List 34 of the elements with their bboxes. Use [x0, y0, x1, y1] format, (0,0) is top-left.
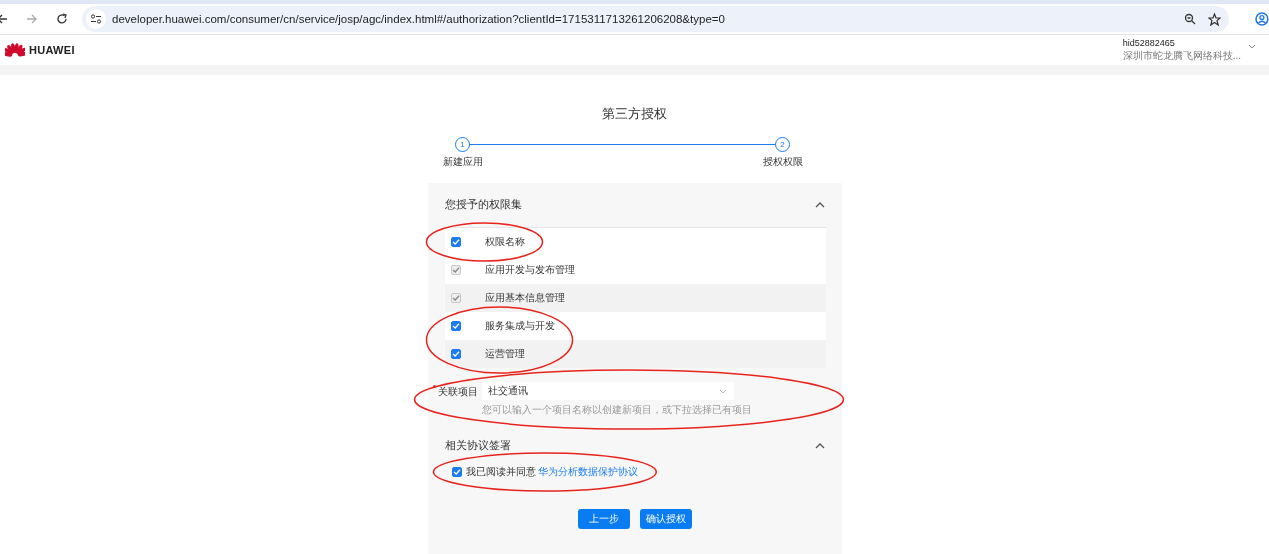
page-title: 第三方授权 [602, 105, 667, 123]
profile-icon[interactable] [1255, 12, 1269, 26]
section-title: 您授予的权限集 [444, 198, 522, 212]
forward-icon[interactable] [26, 13, 38, 25]
checkbox[interactable] [450, 349, 461, 359]
step-circle: 1 [455, 137, 470, 152]
column-header: 权限名称 [484, 235, 525, 249]
button[interactable]: 上一步 [578, 509, 630, 529]
section-title: 相关协议签署 [444, 439, 511, 453]
checkbox[interactable] [450, 237, 461, 247]
brand-logo-icon [5, 43, 25, 57]
agreement-text: 我已阅读并同意 华为分析数据保护协议 [465, 465, 639, 479]
address-bar[interactable]: developer.huawei.com/consumer/cn/service/josp/agc/index.html#/authorization?clientId=1715311713261206208&type=0 [82, 6, 1230, 32]
permission-name: 应用开发与发布管理 [484, 263, 575, 277]
step-label: 新建应用 [442, 155, 483, 169]
bookmark-star-icon[interactable] [1208, 12, 1222, 26]
permission-name: 应用基本信息管理 [484, 291, 565, 305]
button[interactable]: 确认授权 [640, 509, 692, 529]
step-circle: 2 [775, 137, 790, 152]
permission-name: 服务集成与开发 [484, 319, 555, 333]
agreement-link[interactable]: 华为分析数据保护协议 [538, 466, 639, 477]
site-settings-icon [90, 13, 102, 25]
reload-icon[interactable] [56, 13, 68, 25]
checkbox[interactable] [451, 467, 462, 477]
zoom-icon[interactable] [1184, 13, 1197, 25]
checkbox[interactable] [450, 321, 461, 331]
project-select[interactable]: 社交通讯 [481, 382, 734, 400]
account-id: hid52882465 [1122, 37, 1176, 48]
step-label: 授权权限 [762, 155, 803, 169]
url-text: developer.huawei.com/consumer/cn/service/josp/agc/index.html#/authorization?clientId=1715311713261206208&type=0 [112, 13, 725, 25]
brand-name: HUAWEI [29, 44, 75, 56]
company-name: 深圳市蛇龙腾飞网络科技... [1122, 48, 1241, 63]
field-label: 关联项目 [437, 385, 479, 399]
permission-name: 运营管理 [484, 347, 525, 361]
